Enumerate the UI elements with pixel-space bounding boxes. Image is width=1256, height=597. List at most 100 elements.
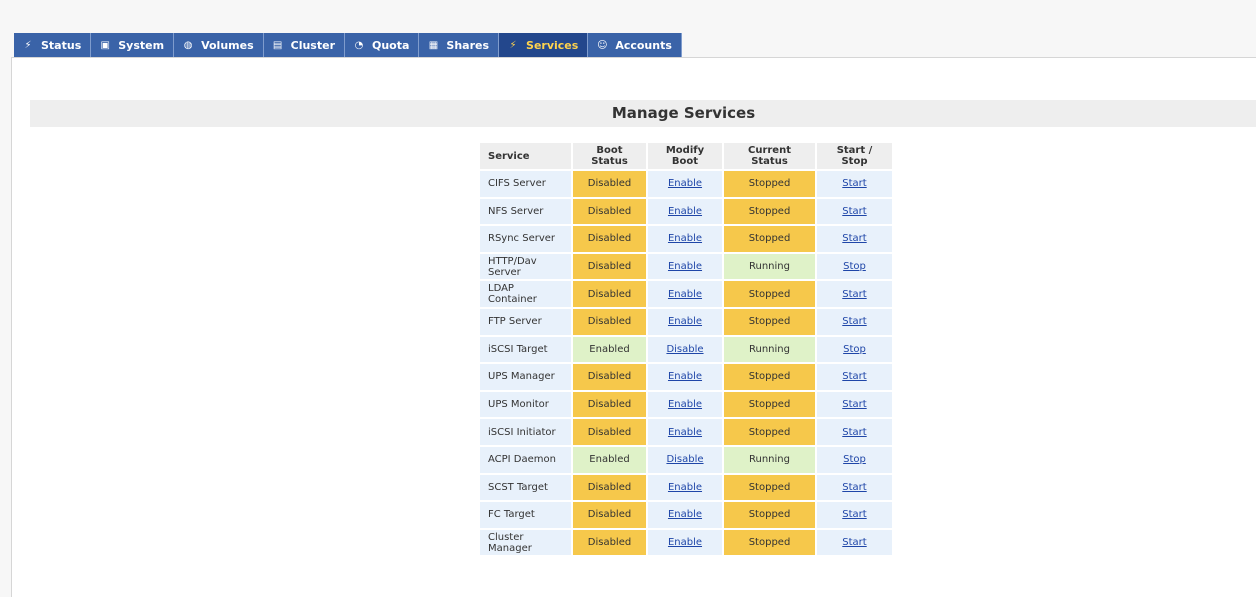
start-stop-cell: Start <box>817 364 892 390</box>
modify-boot-cell: Disable <box>648 336 722 363</box>
table-row: ACPI Daemon Enabled Disable Running Stop <box>480 446 892 473</box>
current-status: Running <box>724 336 815 363</box>
volumes-icon: ◍ <box>183 39 193 51</box>
start-stop-link[interactable]: Start <box>842 371 866 382</box>
service-name: NFS Server <box>480 198 571 225</box>
start-stop-cell: Start <box>817 198 892 225</box>
current-status: Stopped <box>724 171 815 197</box>
modify-boot-header: Modify Boot <box>648 143 722 169</box>
current-status: Stopped <box>724 502 815 528</box>
modify-boot-link[interactable]: Enable <box>668 509 702 520</box>
modify-boot-link[interactable]: Enable <box>668 427 702 438</box>
modify-boot-cell: Enable <box>648 419 722 445</box>
boot-status: Enabled <box>573 446 646 473</box>
table-row: FC Target Disabled Enable Stopped Start <box>480 502 892 528</box>
start-stop-cell: Stop <box>817 336 892 363</box>
boot-status: Disabled <box>573 419 646 445</box>
system-icon: ▣ <box>100 39 110 51</box>
boot-status: Disabled <box>573 308 646 335</box>
modify-boot-link[interactable]: Enable <box>668 206 702 217</box>
modify-boot-link[interactable]: Enable <box>668 537 702 548</box>
services-table: Service Boot Status Modify Boot Current … <box>478 141 894 557</box>
service-name: ACPI Daemon <box>480 446 571 473</box>
modify-boot-link[interactable]: Enable <box>668 371 702 382</box>
tab-shares[interactable]: ▦ Shares <box>419 33 500 57</box>
boot-status: Disabled <box>573 198 646 225</box>
tab-quota[interactable]: ◔ Quota <box>345 33 420 57</box>
tab-status[interactable]: ⚡ Status <box>14 33 92 57</box>
tab-system[interactable]: ▣ System <box>91 33 175 57</box>
start-stop-cell: Stop <box>817 446 892 473</box>
table-row: NFS Server Disabled Enable Stopped Start <box>480 198 892 225</box>
start-stop-link[interactable]: Start <box>842 482 866 493</box>
start-stop-link[interactable]: Start <box>842 206 866 217</box>
start-stop-link[interactable]: Stop <box>843 261 866 272</box>
service-name: LDAP Container <box>480 281 571 307</box>
page-titlebar: Manage Services <box>30 100 1256 127</box>
current-status: Stopped <box>724 529 815 556</box>
start-stop-link[interactable]: Start <box>842 399 866 410</box>
table-row: UPS Manager Disabled Enable Stopped Star… <box>480 364 892 390</box>
boot-status: Disabled <box>573 529 646 556</box>
accounts-icon: ☺ <box>597 39 608 51</box>
modify-boot-link[interactable]: Enable <box>668 316 702 327</box>
start-stop-link[interactable]: Stop <box>843 454 866 465</box>
status-icon: ⚡ <box>24 39 32 51</box>
current-status: Stopped <box>724 226 815 252</box>
boot-status-header: Boot Status <box>573 143 646 169</box>
service-name: CIFS Server <box>480 171 571 197</box>
start-stop-link[interactable]: Start <box>842 289 866 300</box>
start-stop-cell: Start <box>817 419 892 445</box>
start-stop-cell: Start <box>817 474 892 501</box>
service-name: UPS Manager <box>480 364 571 390</box>
current-status: Stopped <box>724 419 815 445</box>
table-row: LDAP Container Disabled Enable Stopped S… <box>480 281 892 307</box>
start-stop-cell: Start <box>817 171 892 197</box>
start-stop-link[interactable]: Start <box>842 316 866 327</box>
modify-boot-cell: Enable <box>648 171 722 197</box>
shares-icon: ▦ <box>428 39 439 51</box>
start-stop-link[interactable]: Start <box>842 233 866 244</box>
current-status: Running <box>724 446 815 473</box>
modify-boot-link[interactable]: Enable <box>668 261 702 272</box>
modify-boot-cell: Enable <box>648 226 722 252</box>
modify-boot-cell: Enable <box>648 474 722 501</box>
start-stop-cell: Start <box>817 308 892 335</box>
boot-status: Disabled <box>573 391 646 418</box>
current-status: Stopped <box>724 198 815 225</box>
tab-accounts[interactable]: ☺ Accounts <box>588 33 682 57</box>
modify-boot-link[interactable]: Disable <box>666 454 703 465</box>
start-stop-link[interactable]: Stop <box>843 344 866 355</box>
service-header: Service <box>480 143 571 169</box>
current-status: Stopped <box>724 308 815 335</box>
modify-boot-link[interactable]: Enable <box>668 233 702 244</box>
start-stop-link[interactable]: Start <box>842 509 866 520</box>
start-stop-link[interactable]: Start <box>842 537 866 548</box>
quota-icon: ◔ <box>354 39 364 51</box>
modify-boot-cell: Disable <box>648 446 722 473</box>
boot-status: Disabled <box>573 281 646 307</box>
modify-boot-link[interactable]: Enable <box>668 482 702 493</box>
start-stop-link[interactable]: Start <box>842 427 866 438</box>
start-stop-cell: Start <box>817 226 892 252</box>
start-stop-header: Start / Stop <box>817 143 892 169</box>
modify-boot-link[interactable]: Enable <box>668 178 702 189</box>
modify-boot-cell: Enable <box>648 308 722 335</box>
modify-boot-link[interactable]: Enable <box>668 289 702 300</box>
start-stop-cell: Stop <box>817 253 892 280</box>
table-header-row: Service Boot Status Modify Boot Current … <box>480 143 892 169</box>
modify-boot-link[interactable]: Disable <box>666 344 703 355</box>
tab-cluster[interactable]: ▤ Cluster <box>263 33 345 57</box>
service-name: SCST Target <box>480 474 571 501</box>
current-status-header: Current Status <box>724 143 815 169</box>
service-name: Cluster Manager <box>480 529 571 556</box>
boot-status: Disabled <box>573 171 646 197</box>
boot-status: Disabled <box>573 502 646 528</box>
service-name: UPS Monitor <box>480 391 571 418</box>
tab-bar: ⚡ Status ▣ System ◍ Volumes ▤ Cluster ◔ Quota… <box>14 33 682 57</box>
tab-volumes[interactable]: ◍ Volumes <box>174 33 264 57</box>
tab-services[interactable]: ⚡ Services <box>499 33 589 57</box>
start-stop-link[interactable]: Start <box>842 178 866 189</box>
modify-boot-link[interactable]: Enable <box>668 399 702 410</box>
boot-status: Disabled <box>573 226 646 252</box>
